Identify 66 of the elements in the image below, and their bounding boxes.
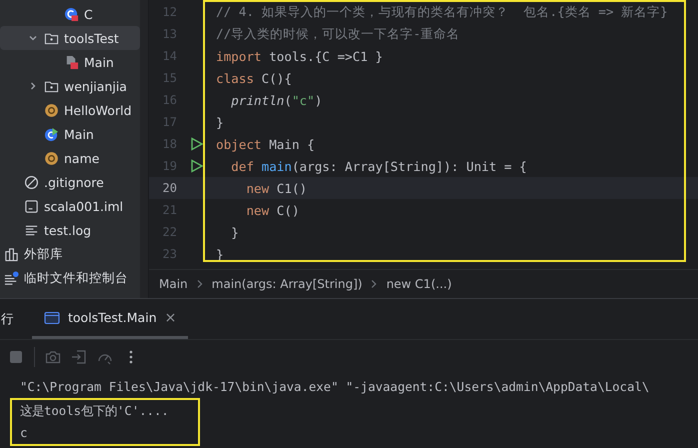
run-icon[interactable]	[190, 159, 204, 173]
tree-item-label: .gitignore	[44, 174, 104, 190]
code-line: //导入类的时候，可以改一下名字-重命名	[216, 26, 460, 42]
code-line: object Main {	[216, 136, 315, 152]
tree-item-label: Main	[64, 126, 94, 142]
library-icon	[4, 246, 19, 262]
code-line: import tools.{C =>C1 }	[216, 48, 383, 64]
tree-item[interactable]: scala001.iml	[0, 194, 140, 218]
module-file-icon	[24, 198, 39, 214]
breadcrumb[interactable]: Main	[159, 277, 188, 292]
code-line: new C()	[245, 202, 300, 218]
tree-item-label: test.log	[44, 222, 92, 238]
tree-item-label: Main	[84, 54, 114, 70]
object-icon	[44, 150, 59, 166]
tree-item-label: 临时文件和控制台	[24, 270, 128, 286]
console-icon	[44, 310, 60, 324]
line-number: 20	[162, 181, 177, 195]
chevron-right-icon	[196, 279, 204, 290]
login-icon[interactable]	[71, 349, 87, 365]
file-icon	[64, 54, 79, 70]
stop-icon[interactable]	[8, 349, 24, 365]
code-line: }	[216, 114, 224, 130]
console-line: 这是tools包下的'C'....	[19, 403, 170, 420]
text-file-icon	[24, 222, 39, 238]
code-line: }	[230, 224, 239, 240]
scratches-icon	[4, 270, 19, 286]
tree-item[interactable]: wenjianjia	[0, 74, 140, 98]
tree-item-label: C	[84, 6, 93, 22]
tree-item[interactable]: 临时文件和控制台	[0, 266, 140, 290]
tree-item-label: wenjianjia	[64, 78, 127, 94]
chevron-right-icon	[370, 279, 378, 290]
camera-icon[interactable]	[45, 349, 61, 365]
runnable-object-icon	[44, 126, 59, 142]
panel-title: 行	[0, 310, 14, 328]
tree-item-label: HelloWorld	[64, 102, 132, 118]
tree-item-label: toolsTest	[64, 30, 119, 46]
tree-item[interactable]: HelloWorld	[0, 98, 140, 122]
run-tab[interactable]: toolsTest.Main ×	[32, 299, 188, 339]
close-button[interactable]: ×	[164, 310, 176, 326]
code-line: class C(){	[216, 70, 292, 86]
scrollbar[interactable]	[140, 0, 148, 298]
run-icon[interactable]	[190, 137, 204, 151]
breadcrumb[interactable]: main(args: Array[String])	[212, 277, 362, 292]
chevron-right-icon[interactable]	[28, 81, 38, 91]
console-line: c	[19, 425, 28, 442]
class-icon	[64, 6, 79, 22]
code-line: new C1()	[245, 180, 307, 196]
tree-item-label: 外部库	[24, 246, 63, 262]
code-line: // 4. 如果导入的一个类，与现有的类名有冲突？ 包名.{类名 => 新名字}	[216, 4, 668, 20]
code-line: println("c")	[230, 92, 322, 108]
tree-item[interactable]: 外部库	[0, 242, 140, 266]
tree-item-label: scala001.iml	[44, 198, 124, 214]
tree-item[interactable]: Main	[0, 122, 140, 146]
tree-item[interactable]: name	[0, 146, 140, 170]
console-line: "C:\Program Files\Java\jdk-17\bin\java.exe" "-javaagent:C:\Users\admin\AppData\Local\	[19, 379, 650, 396]
ignore-icon	[24, 174, 39, 190]
tree-item[interactable]: test.log	[0, 218, 140, 242]
object-icon	[44, 102, 59, 118]
tree-item[interactable]: C	[0, 2, 140, 26]
tree-item-label: name	[64, 150, 100, 166]
tree-item[interactable]: toolsTest	[0, 26, 140, 50]
tree-item[interactable]: Main	[0, 50, 140, 74]
breadcrumb[interactable]: new C1(...)	[386, 277, 452, 292]
code-line: def main(args: Array[String]): Unit = {	[230, 158, 527, 174]
chevron-down-icon[interactable]	[28, 33, 38, 43]
tree-item[interactable]: .gitignore	[0, 170, 140, 194]
